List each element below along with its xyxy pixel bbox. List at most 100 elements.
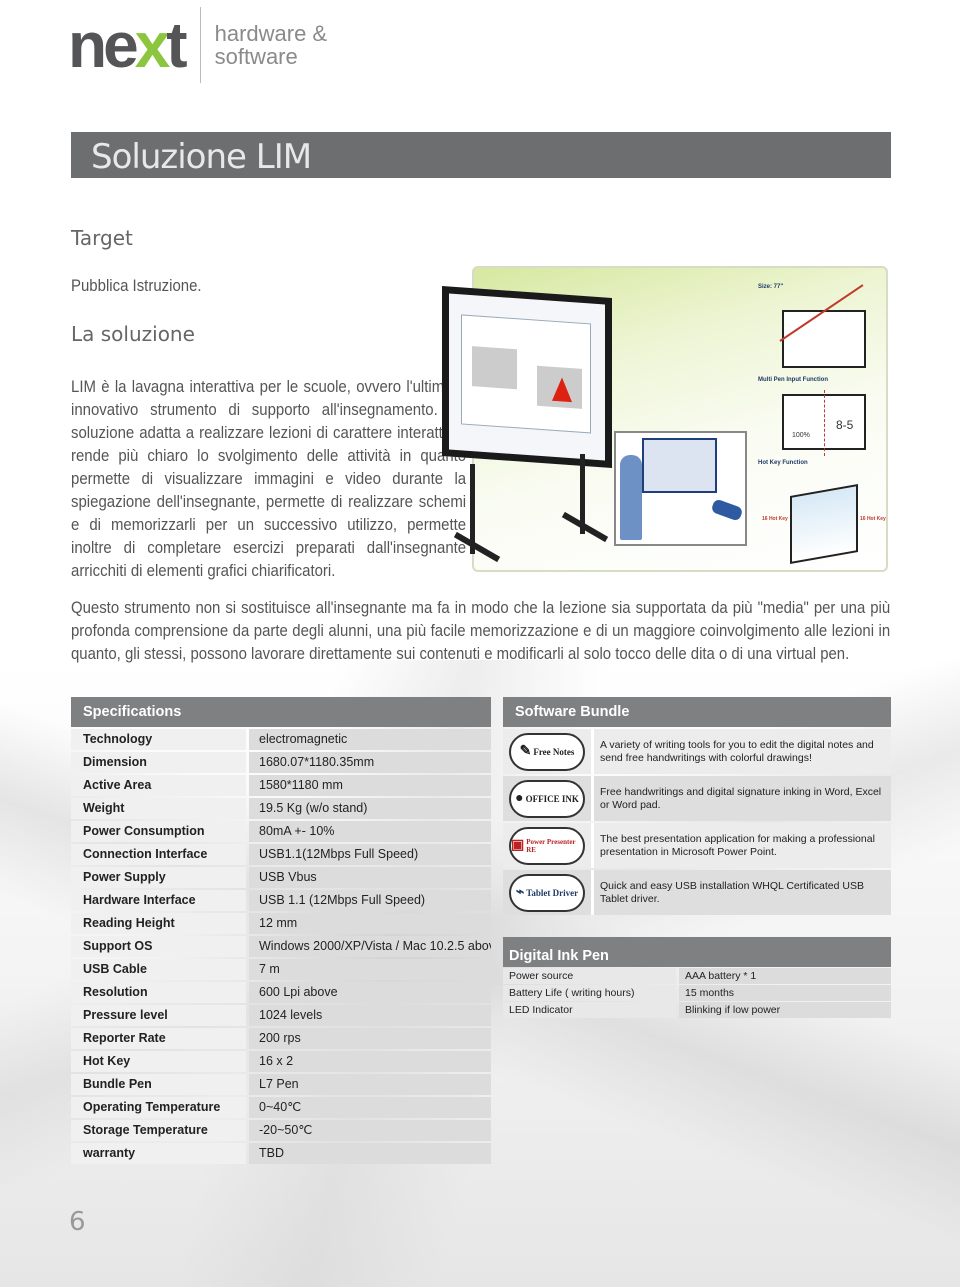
hotkey-side-label: 16 Hot Key: [860, 516, 886, 522]
spec-value: 16 x 2: [249, 1051, 491, 1072]
spec-key: Hardware Interface: [71, 890, 246, 911]
spec-value: USB1.1(12Mbps Full Speed): [249, 844, 491, 865]
spec-value: 19.5 Kg (w/o stand): [249, 798, 491, 819]
specifications-table: Specifications Technology electromagnetic…: [71, 697, 491, 1166]
spec-key: Hot Key: [71, 1051, 246, 1072]
pen-spec-row: Power source AAA battery * 1: [503, 968, 891, 984]
spec-row: Hot Key 16 x 2: [71, 1051, 491, 1074]
spec-value: 7 m: [249, 959, 491, 980]
target-text: Pubblica Istruzione.: [71, 276, 202, 295]
spec-key: Active Area: [71, 775, 246, 796]
software-description: A variety of writing tools for you to ed…: [591, 729, 891, 774]
spec-row: Reporter Rate 200 rps: [71, 1028, 491, 1051]
spec-key: Storage Temperature: [71, 1120, 246, 1141]
spec-value: 80mA +- 10%: [249, 821, 491, 842]
page-title-bar: Soluzione LIM: [71, 132, 891, 178]
page-title: Soluzione LIM: [91, 137, 312, 177]
spec-key: USB Cable: [71, 959, 246, 980]
projector-icon: [710, 498, 744, 522]
spec-key: Weight: [71, 798, 246, 819]
software-description: Quick and easy USB installation WHQL Cer…: [591, 870, 891, 915]
spec-key: Dimension: [71, 752, 246, 773]
software-item: ▣ Power Presenter RE The best presentatio…: [503, 823, 891, 868]
spec-value: 600 Lpi above: [249, 982, 491, 1003]
spec-value: USB 1.1 (12Mbps Full Speed): [249, 890, 491, 911]
spec-value: -20~50℃: [249, 1120, 491, 1141]
lim-illustration: Size: 77" Multi Pen Input Function 100% …: [440, 264, 890, 574]
projection-board-icon: [642, 438, 717, 493]
spec-value: 12 mm: [249, 913, 491, 934]
interactive-whiteboard-image: [442, 286, 612, 468]
spec-row: Reading Height 12 mm: [71, 913, 491, 936]
multipen-sample-left: 100%: [792, 432, 810, 439]
spec-row: warranty TBD: [71, 1143, 491, 1166]
spec-row: Dimension 1680.07*1180.35mm: [71, 752, 491, 775]
software-bundle-heading: Software Bundle: [503, 697, 891, 727]
spec-value: 0~40℃: [249, 1097, 491, 1118]
logo-wordmark: next: [68, 9, 188, 81]
spec-row: USB Cable 7 m: [71, 959, 491, 982]
page-number: 6: [69, 1207, 86, 1237]
logo-tagline: hardware & software: [214, 21, 328, 69]
spec-row: Hardware Interface USB 1.1 (12Mbps Full S…: [71, 890, 491, 913]
spec-row: Connection Interface USB1.1(12Mbps Full S…: [71, 844, 491, 867]
spec-value: Windows 2000/XP/Vista / Mac 10.2.5 above: [249, 936, 491, 957]
specifications-rows: Technology electromagnetic Dimension 1680.0…: [71, 729, 491, 1166]
size-diagram: [782, 310, 866, 368]
spec-row: Weight 19.5 Kg (w/o stand): [71, 798, 491, 821]
board-chart-icon: [472, 346, 517, 390]
spec-key: Resolution: [71, 982, 246, 1003]
spec-value: 1024 levels: [249, 1005, 491, 1026]
power-presenter-logo-icon: ▣ Power Presenter RE: [509, 826, 585, 865]
spec-value: USB Vbus: [249, 867, 491, 888]
office-ink-logo-icon: ● OFFICE INK: [509, 779, 585, 818]
spec-row: Technology electromagnetic: [71, 729, 491, 752]
spec-value: electromagnetic: [249, 729, 491, 750]
pen-spec-row: LED Indicator Blinking if low power: [503, 1002, 891, 1018]
spec-key: Pressure level: [71, 1005, 246, 1026]
hotkey-side-label: 16 Hot Key: [762, 516, 788, 522]
spec-key: Reporter Rate: [71, 1028, 246, 1049]
board-screen: [461, 314, 591, 434]
spec-value: TBD: [249, 1143, 491, 1164]
logo-divider: [199, 7, 201, 83]
spec-value: 1580*1180 mm: [249, 775, 491, 796]
specifications-heading: Specifications: [71, 697, 491, 727]
software-description: Free handwritings and digital signature …: [591, 776, 891, 821]
spec-row: Active Area 1580*1180 mm: [71, 775, 491, 798]
spec-key: Operating Temperature: [71, 1097, 246, 1118]
tablet-driver-logo-icon: ⌁ Tablet Driver: [509, 873, 585, 912]
spec-key: Connection Interface: [71, 844, 246, 865]
spec-row: Storage Temperature -20~50℃: [71, 1120, 491, 1143]
software-item: ● OFFICE INK Free handwritings and digita…: [503, 776, 891, 821]
multipen-diagram: 100% 8-5: [782, 390, 866, 456]
spec-row: Operating Temperature 0~40℃: [71, 1097, 491, 1120]
teacher-silhouette-icon: [620, 455, 642, 540]
multipen-sample-right: 8-5: [836, 418, 854, 432]
hotkey-diagram: [790, 484, 858, 564]
triangle-chart-icon: [552, 376, 572, 403]
free-notes-logo-icon: ✎ Free Notes: [509, 732, 585, 771]
spec-key: Support OS: [71, 936, 246, 957]
spec-value: 200 rps: [249, 1028, 491, 1049]
digital-ink-pen-heading: Digital Ink Pen: [503, 937, 891, 967]
spec-row: Power Supply USB Vbus: [71, 867, 491, 890]
spec-key: Power Supply: [71, 867, 246, 888]
software-bundle-table: Software Bundle ✎ Free Notes A variety of…: [503, 697, 891, 917]
software-item: ✎ Free Notes A variety of writing tools f…: [503, 729, 891, 774]
spec-row: Pressure level 1024 levels: [71, 1005, 491, 1028]
hotkey-label: Hot Key Function: [758, 460, 808, 466]
spec-key: Bundle Pen: [71, 1074, 246, 1095]
spec-value: L7 Pen: [249, 1074, 491, 1095]
solution-heading: La soluzione: [71, 322, 195, 346]
spec-row: Power Consumption 80mA +- 10%: [71, 821, 491, 844]
pen-spec-row: Battery Life ( writing hours) 15 months: [503, 985, 891, 1001]
spec-row: Bundle Pen L7 Pen: [71, 1074, 491, 1097]
digital-ink-pen-table: Digital Ink Pen Power source AAA battery…: [503, 937, 891, 1018]
solution-paragraph-2: Questo strumento non si sostituisce all'…: [71, 598, 891, 663]
teacher-projector-diagram: [614, 431, 747, 546]
spec-value: 1680.07*1180.35mm: [249, 752, 491, 773]
spec-key: Reading Height: [71, 913, 246, 934]
spec-key: Power Consumption: [71, 821, 246, 842]
software-item: ⌁ Tablet Driver Quick and easy USB instal…: [503, 870, 891, 915]
